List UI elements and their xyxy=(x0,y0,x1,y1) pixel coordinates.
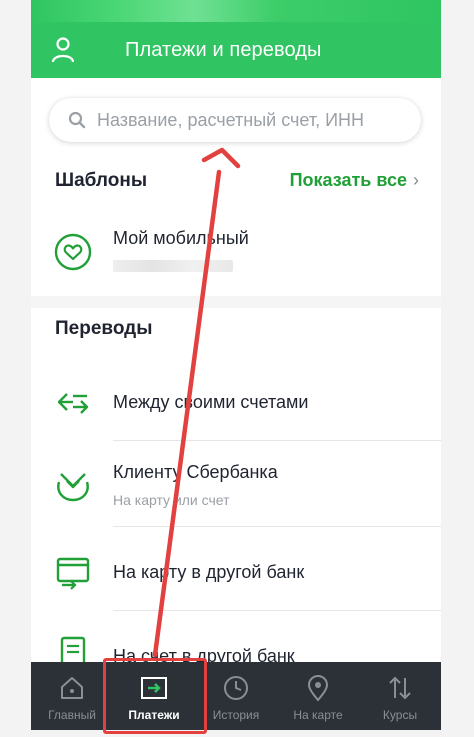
clock-icon xyxy=(224,676,248,700)
home-icon xyxy=(61,677,83,699)
chevron-right-icon: › xyxy=(413,170,419,190)
template-item-label: Мой мобильный xyxy=(113,228,249,248)
tab-label: Главный xyxy=(48,708,96,722)
show-all-link[interactable]: Показать все › xyxy=(290,170,419,191)
search-placeholder: Название, расчетный счет, ИНН xyxy=(97,110,365,130)
section-gap xyxy=(31,296,441,308)
divider xyxy=(113,440,441,441)
tab-on-map[interactable]: На карте xyxy=(277,662,359,730)
heart-icon xyxy=(54,233,92,271)
phone-screen: Платежи и переводы Название, расчетный с… xyxy=(31,0,441,730)
tab-label: Курсы xyxy=(382,708,418,722)
sber-client-icon xyxy=(57,473,89,502)
bottom-tab-bar: Главный Платежи История На карте Курсы xyxy=(31,662,441,730)
divider xyxy=(113,610,441,611)
card-transfer-icon xyxy=(56,557,90,590)
tab-rates[interactable]: Курсы xyxy=(359,662,441,730)
transfer-item-label: Клиенту Сбербанка xyxy=(113,462,278,482)
transfer-item-label: Между своими счетами xyxy=(113,392,309,412)
templates-section-title: Шаблоны xyxy=(55,170,148,191)
transfer-item-label: На карту в другой банк xyxy=(113,562,305,582)
tab-history[interactable]: История xyxy=(195,662,277,730)
tab-home[interactable]: Главный xyxy=(31,662,113,730)
search-input[interactable]: Название, расчетный счет, ИНН xyxy=(49,98,421,142)
status-bar xyxy=(31,0,441,22)
search-icon xyxy=(68,111,86,129)
map-pin-icon xyxy=(307,674,329,702)
tab-label: На карте xyxy=(293,708,343,722)
app-header: Платежи и переводы xyxy=(31,22,441,78)
show-all-label: Показать все xyxy=(289,170,407,190)
page-title: Платежи и переводы xyxy=(125,39,322,61)
tab-label: История xyxy=(212,708,260,722)
blurred-phone-number xyxy=(113,260,233,272)
divider xyxy=(113,526,441,527)
transfer-item-subtitle: На карту или счет xyxy=(113,492,230,508)
profile-icon[interactable] xyxy=(51,36,75,64)
transfers-section-title: Переводы xyxy=(55,318,153,339)
exchange-arrows-icon xyxy=(389,676,411,700)
annotation-highlight-box xyxy=(103,658,207,734)
transfer-arrows-icon xyxy=(57,393,89,414)
